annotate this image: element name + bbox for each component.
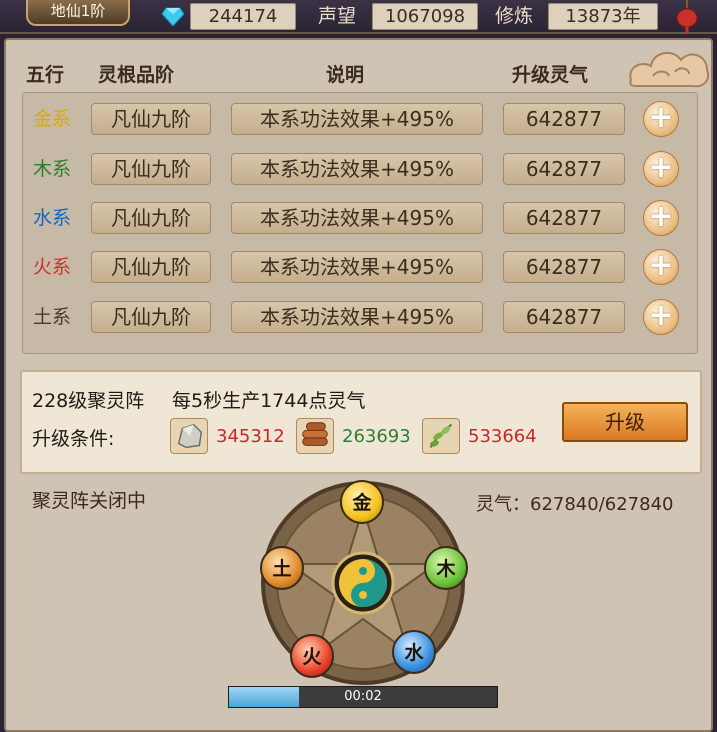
header-element: 五行 bbox=[26, 64, 65, 86]
water-orb[interactable]: 水 bbox=[392, 630, 436, 674]
gem-icon bbox=[162, 7, 184, 26]
cost-cell: 642877 bbox=[503, 202, 625, 234]
header-grade: 灵根品阶 bbox=[98, 64, 175, 86]
element-name: 金系 bbox=[33, 108, 72, 130]
upgrade-button[interactable]: 升级 bbox=[562, 402, 688, 442]
cultivate-value: 13873年 bbox=[548, 3, 658, 30]
herb-cost: 533664 bbox=[468, 426, 537, 447]
element-name: 火系 bbox=[33, 256, 72, 278]
top-status-bar: 地仙1阶 244174 声望 1067098 修炼 13873年 bbox=[0, 0, 717, 34]
element-name: 水系 bbox=[33, 207, 72, 229]
wood-cost: 263693 bbox=[342, 426, 411, 447]
herb-icon bbox=[422, 418, 460, 454]
spirit-energy: 灵气：627840/627840 bbox=[476, 494, 674, 515]
cultivate-label: 修炼 bbox=[495, 5, 534, 27]
prestige-label: 声望 bbox=[318, 5, 357, 27]
upgrade-condition-label: 升级条件: bbox=[32, 428, 115, 450]
grade-cell: 凡仙九阶 bbox=[91, 153, 211, 185]
upgrade-plus-button[interactable]: + bbox=[643, 101, 679, 137]
table-row: 木系 凡仙九阶 本系功法效果+495% 642877 + bbox=[23, 149, 699, 189]
gathering-array-box: 228级聚灵阵 每5秒生产1744点灵气 升级条件: 345312 263693… bbox=[20, 370, 702, 474]
desc-cell: 本系功法效果+495% bbox=[231, 103, 483, 135]
grade-cell: 凡仙九阶 bbox=[91, 103, 211, 135]
upgrade-plus-button[interactable]: + bbox=[643, 151, 679, 187]
array-level: 228级聚灵阵 bbox=[32, 390, 145, 412]
grade-cell: 凡仙九阶 bbox=[91, 251, 211, 283]
rank-badge: 地仙1阶 bbox=[26, 0, 130, 26]
desc-cell: 本系功法效果+495% bbox=[231, 153, 483, 185]
cost-cell: 642877 bbox=[503, 103, 625, 135]
cost-cell: 642877 bbox=[503, 251, 625, 283]
yin-yang-icon bbox=[339, 559, 387, 607]
array-status: 聚灵阵关闭中 bbox=[32, 490, 147, 512]
table-row: 水系 凡仙九阶 本系功法效果+495% 642877 + bbox=[23, 198, 699, 238]
lantern-icon bbox=[676, 0, 698, 34]
grade-cell: 凡仙九阶 bbox=[91, 301, 211, 333]
upgrade-plus-button[interactable]: + bbox=[643, 200, 679, 236]
cloud-ornament-icon bbox=[629, 51, 709, 88]
cost-cell: 642877 bbox=[503, 153, 625, 185]
gem-count: 244174 bbox=[190, 3, 296, 30]
prestige-value: 1067098 bbox=[372, 3, 478, 30]
upgrade-plus-button[interactable]: + bbox=[643, 249, 679, 285]
grade-cell: 凡仙九阶 bbox=[91, 202, 211, 234]
table-row: 火系 凡仙九阶 本系功法效果+495% 642877 + bbox=[23, 247, 699, 287]
upgrade-plus-button[interactable]: + bbox=[643, 299, 679, 335]
wood-icon bbox=[296, 418, 334, 454]
timer-progress-bar: 00:02 bbox=[228, 686, 498, 708]
wood-orb[interactable]: 木 bbox=[424, 546, 468, 590]
timer-text: 00:02 bbox=[344, 689, 382, 704]
desc-cell: 本系功法效果+495% bbox=[231, 202, 483, 234]
cost-cell: 642877 bbox=[503, 301, 625, 333]
header-desc: 说明 bbox=[326, 64, 365, 86]
element-name: 土系 bbox=[33, 306, 72, 328]
table-row: 土系 凡仙九阶 本系功法效果+495% 642877 + bbox=[23, 297, 699, 337]
stone-icon bbox=[170, 418, 208, 454]
desc-cell: 本系功法效果+495% bbox=[231, 251, 483, 283]
desc-cell: 本系功法效果+495% bbox=[231, 301, 483, 333]
fire-orb[interactable]: 火 bbox=[290, 634, 334, 678]
array-production: 每5秒生产1744点灵气 bbox=[172, 390, 366, 412]
header-cost: 升级灵气 bbox=[512, 64, 589, 86]
element-table: 金系 凡仙九阶 本系功法效果+495% 642877 + 木系 凡仙九阶 本系功… bbox=[22, 92, 698, 354]
element-name: 木系 bbox=[33, 158, 72, 180]
spirit-root-panel: 五行 灵根品阶 说明 升级灵气 金系 凡仙九阶 本系功法效果+495% 6428… bbox=[4, 38, 713, 732]
earth-orb[interactable]: 土 bbox=[260, 546, 304, 590]
metal-orb[interactable]: 金 bbox=[340, 480, 384, 524]
table-row: 金系 凡仙九阶 本系功法效果+495% 642877 + bbox=[23, 99, 699, 139]
stone-cost: 345312 bbox=[216, 426, 285, 447]
